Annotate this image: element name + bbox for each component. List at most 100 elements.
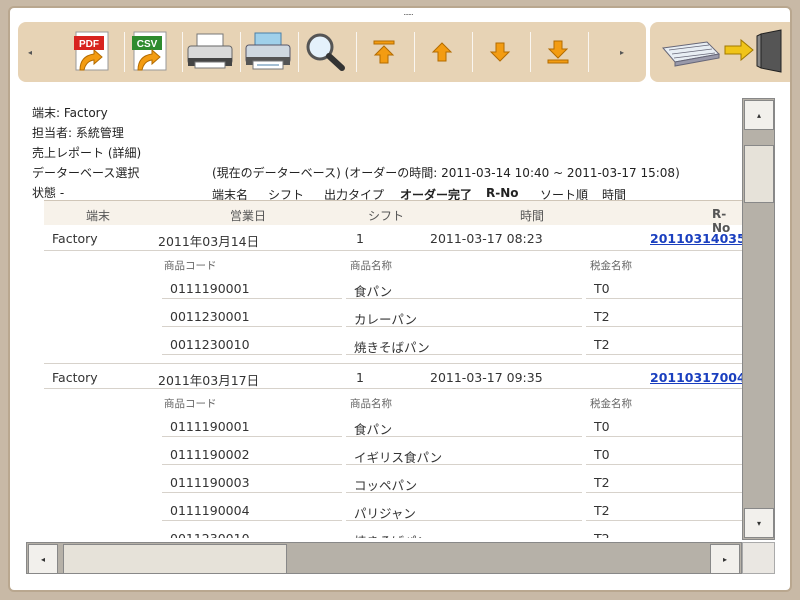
item-tax: T2 [586, 303, 742, 327]
items-header-code: 商品コード [164, 260, 217, 272]
print-preview-button[interactable] [240, 28, 296, 76]
header-shift: シフト [368, 209, 405, 223]
magnifier-icon [306, 33, 345, 71]
item-tax: T2 [586, 497, 742, 521]
item-code: 0111190002 [162, 441, 342, 465]
scroll-left-button[interactable]: ◂ [28, 544, 58, 574]
items-header-tax: 税金名称 [590, 260, 632, 272]
scroll-down-button[interactable]: ▾ [744, 508, 774, 538]
status-label: 状態 - [32, 186, 65, 200]
item-tax: T0 [586, 275, 742, 299]
item-name: パリジャン [346, 497, 582, 521]
operator-label: 担当者: 系統管理 [32, 126, 124, 140]
item-name: 焼きそばパン [346, 331, 582, 355]
order-row[interactable]: Factory 2011年03月14日 1 2011-03-17 08:23 2… [44, 225, 742, 251]
filter-rno[interactable]: R-No [486, 186, 519, 200]
order-rno-link[interactable]: 20110317004 [650, 370, 742, 385]
move-top-button[interactable] [356, 28, 412, 76]
printer-icon [187, 33, 233, 69]
arrow-to-top-icon [373, 40, 395, 64]
report-table: 端末 営業日 シフト 時間 R-No Factory 2011年03月14日 1… [44, 200, 742, 538]
item-code: 0111190001 [162, 275, 342, 299]
logout-button[interactable] [654, 28, 790, 76]
item-row: 0111190002 イギリス食パン T0 [160, 439, 742, 467]
search-button[interactable] [298, 28, 354, 76]
report-type-label: 売上レポート (詳細) [32, 146, 142, 160]
item-code: 0011230010 [162, 331, 342, 355]
item-tax: T0 [586, 413, 742, 437]
order-row[interactable]: Factory 2011年03月17日 1 2011-03-17 09:35 2… [44, 363, 742, 389]
print-preview-icon [245, 32, 291, 70]
move-down-button[interactable] [472, 28, 528, 76]
order-items: 商品コード 商品名称 税金名称 0111190001 食パン T0 001123… [160, 251, 742, 357]
item-tax: T2 [586, 525, 742, 538]
move-bottom-button[interactable] [530, 28, 586, 76]
pdf-export-button[interactable]: PDF [64, 28, 120, 76]
database-select-label[interactable]: データーベース選択 [32, 164, 139, 181]
vertical-scrollbar[interactable]: ▴ ▾ [742, 98, 775, 540]
horizontal-scroll-thumb[interactable] [63, 544, 287, 574]
item-name: コッペパン [346, 469, 582, 493]
drag-grip[interactable]: ...... [388, 9, 428, 17]
item-code: 0011230010 [162, 525, 342, 538]
order-shift: 1 [356, 231, 364, 246]
header-business-date: 営業日 [230, 209, 267, 223]
move-up-button[interactable] [414, 28, 470, 76]
keyboard-exit-icon [662, 29, 782, 73]
table-header: 端末 営業日 シフト 時間 R-No [44, 200, 742, 235]
item-code: 0111190001 [162, 413, 342, 437]
item-tax: T2 [586, 469, 742, 493]
item-row: 0111190004 パリジャン T2 [160, 495, 742, 523]
item-name: 焼きそばパン [346, 525, 582, 538]
item-name: 食パン [346, 413, 582, 437]
item-tax: T0 [586, 441, 742, 465]
toolbar: ◂ PDF CSV ▸ [18, 22, 646, 82]
scrollbar-corner [742, 542, 775, 574]
items-header-name: 商品名称 [350, 398, 392, 410]
header-time: 時間 [520, 209, 545, 223]
toolbar-scroll-right-button[interactable]: ▸ [612, 28, 632, 76]
item-row: 0111190001 食パン T0 [160, 411, 742, 439]
database-info: (現在のデーターベース) (オーダーの時間: 2011-03-14 10:40 … [212, 166, 680, 180]
item-tax: T2 [586, 331, 742, 355]
item-name: イギリス食パン [346, 441, 582, 465]
print-button[interactable] [182, 28, 238, 76]
order-shift: 1 [356, 370, 364, 385]
items-header: 商品コード 商品名称 税金名称 [160, 389, 742, 411]
order-items: 商品コード 商品名称 税金名称 0111190001 食パン T0 011119… [160, 389, 742, 538]
scroll-up-button[interactable]: ▴ [744, 100, 774, 130]
item-row: 0111190001 食パン T0 [160, 273, 742, 301]
item-code: 0111190004 [162, 497, 342, 521]
items-header-name: 商品名称 [350, 260, 392, 272]
items-header-tax: 税金名称 [590, 398, 632, 410]
item-row: 0011230001 カレーパン T2 [160, 301, 742, 329]
toolbar-scroll-left-button[interactable]: ◂ [20, 28, 40, 76]
item-row: 0011230010 焼きそばパン T2 [160, 329, 742, 357]
report-content: 端末: Factory 担当者: 系統管理 売上レポート (詳細) データーベー… [10, 92, 742, 538]
order-time: 2011-03-17 09:35 [430, 370, 543, 385]
app-window: ...... ◂ PDF CSV ▸ 端末: Factory 担当者: 系統管理… [8, 6, 792, 592]
exit-panel [650, 22, 790, 82]
order-terminal: Factory [52, 231, 98, 246]
arrow-up-icon [431, 42, 453, 62]
header-terminal: 端末 [86, 209, 111, 223]
svg-text:PDF: PDF [79, 39, 99, 50]
order-time: 2011-03-17 08:23 [430, 231, 543, 246]
item-name: カレーパン [346, 303, 582, 327]
item-row: 0111190003 コッペパン T2 [160, 467, 742, 495]
vertical-scroll-thumb[interactable] [744, 145, 774, 203]
arrow-to-bottom-icon [547, 40, 569, 64]
horizontal-scrollbar[interactable]: ◂ ▸ [26, 542, 742, 574]
order-date: 2011年03月14日 [158, 234, 260, 249]
items-header: 商品コード 商品名称 税金名称 [160, 251, 742, 273]
arrow-down-icon [489, 42, 511, 62]
scroll-right-button[interactable]: ▸ [710, 544, 740, 574]
svg-text:CSV: CSV [137, 39, 158, 50]
order-date: 2011年03月17日 [158, 373, 260, 388]
item-name: 食パン [346, 275, 582, 299]
csv-export-button[interactable]: CSV [122, 28, 178, 76]
order-rno-link[interactable]: 20110314035 [650, 231, 742, 246]
terminal-label: 端末: Factory [32, 106, 108, 120]
item-code: 0111190003 [162, 469, 342, 493]
items-header-code: 商品コード [164, 398, 217, 410]
